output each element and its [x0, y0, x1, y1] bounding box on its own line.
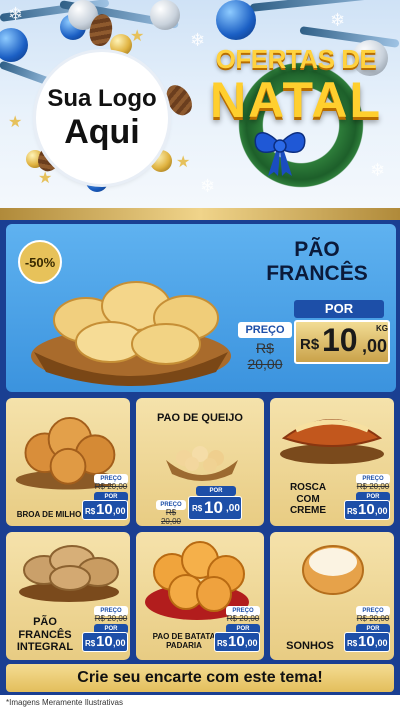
- old-price: R$ 20,00: [247, 340, 283, 372]
- price-integer: 10: [96, 633, 113, 650]
- price-decimal: ,00: [375, 506, 388, 516]
- product-name: SONHOS: [286, 640, 334, 652]
- product-name: ROSCA COM CREME: [289, 482, 327, 516]
- old-price: R$ 20,00: [356, 614, 390, 623]
- preco-label: PREÇO: [238, 322, 292, 338]
- current-price: R$ 10 ,00: [344, 500, 390, 520]
- blue-ornament: [216, 0, 256, 40]
- price-currency: R$: [192, 504, 203, 513]
- discount-badge: -50%: [18, 240, 62, 284]
- price-tag-pao-integral: PREÇO R$ 20,00 POR R$ 10 ,00: [82, 606, 138, 652]
- star-icon: ★: [130, 28, 145, 45]
- price-currency: R$: [347, 507, 358, 516]
- logo-line1: Sua Logo: [47, 85, 157, 112]
- product-name: PAO DE BATATA PADARIA: [152, 632, 216, 651]
- snowflake-icon: ❄: [370, 160, 386, 180]
- por-label: POR: [294, 300, 384, 318]
- current-price: R$ 10 ,00: [82, 500, 128, 520]
- price-decimal: ,00: [375, 638, 388, 648]
- star-icon: ★: [176, 154, 191, 171]
- product-name: BROA DE MILHO: [16, 510, 82, 519]
- featured-price-tag: POR PREÇO R$ 20,00 R$ 10 ,00 KG: [236, 300, 396, 372]
- price-decimal: ,00: [113, 506, 126, 516]
- price-tag-broa: PREÇO R$ 20,00 POR R$ 10 ,00: [82, 474, 138, 520]
- blue-ornament: [0, 28, 28, 62]
- current-price: R$ 10 ,00: [344, 632, 390, 652]
- silver-ornament: [150, 0, 180, 30]
- pao-de-queijo-image: [166, 446, 238, 481]
- gold-divider: [0, 208, 400, 220]
- old-price: R$ 20,00: [356, 482, 390, 491]
- price-currency: R$: [300, 336, 320, 353]
- price-tag-pao-de-queijo: PREÇO R$ 20,00 POR R$ 10 ,00: [156, 486, 242, 528]
- snowflake-icon: ❄: [8, 4, 24, 24]
- old-price: R$ 20,00: [160, 508, 182, 526]
- product-name: PAO DE QUEIJO: [157, 412, 243, 424]
- current-price: R$ 10 ,00: [188, 496, 242, 520]
- product-name: PÃO FRANCÊS INTEGRAL: [16, 616, 74, 654]
- price-tag-rosca: PREÇO R$ 20,00 POR R$ 10 ,00: [344, 474, 400, 520]
- current-price: R$ 10 ,00: [214, 632, 260, 652]
- current-price: R$ 10 ,00: [82, 632, 128, 652]
- snowflake-icon: ❄: [200, 176, 216, 196]
- logo-line2: Aqui: [64, 113, 140, 151]
- price-integer: 10: [322, 322, 358, 358]
- logo-placeholder: Sua Logo Aqui: [36, 52, 168, 184]
- old-price: R$ 20,00: [226, 614, 260, 623]
- price-integer: 10: [228, 633, 245, 650]
- price-decimal: ,00: [113, 638, 126, 648]
- bread-basket-image: [31, 281, 231, 386]
- disclaimer-text: *Imagens Meramente Ilustrativas: [6, 698, 123, 707]
- current-price: R$ 10 ,00 KG: [294, 320, 390, 364]
- price-decimal: ,00: [362, 336, 388, 356]
- rosca-image: [280, 419, 384, 464]
- price-integer: 10: [358, 501, 375, 518]
- old-price: R$ 20,00: [94, 482, 128, 491]
- cta-banner[interactable]: Crie seu encarte com este tema!: [6, 664, 394, 692]
- star-icon: ★: [8, 114, 23, 131]
- featured-product-name: PÃO FRANCÊS: [266, 238, 368, 285]
- price-tag-sonhos: PREÇO R$ 20,00 POR R$ 10 ,00: [344, 606, 400, 652]
- christmas-header: ★ ★ ★ ★ ❄ ❄ ❄ ❄ ❄ Sua Logo Aqui OFERTAS …: [0, 0, 400, 208]
- pine-branch: [249, 0, 400, 12]
- price-decimal: ,00: [226, 503, 240, 514]
- pao-integral-image: [19, 545, 119, 602]
- price-tag-pao-de-batata: PREÇO R$ 20,00 POR R$ 10 ,00: [214, 606, 270, 652]
- price-currency: R$: [85, 639, 96, 648]
- price-decimal: ,00: [245, 638, 258, 648]
- star-icon: ★: [38, 170, 53, 187]
- price-currency: R$: [347, 639, 358, 648]
- price-currency: R$: [85, 507, 96, 516]
- bow-icon: [254, 132, 306, 176]
- price-integer: 10: [358, 633, 375, 650]
- price-integer: 10: [204, 498, 223, 517]
- price-currency: R$: [217, 639, 228, 648]
- snowflake-icon: ❄: [330, 10, 346, 30]
- old-price: R$ 20,00: [94, 614, 128, 623]
- price-integer: 10: [96, 501, 113, 518]
- price-unit: KG: [376, 324, 388, 333]
- title-ofertas: OFERTAS DE: [215, 44, 377, 74]
- sonhos-image: [302, 545, 364, 595]
- por-label: POR: [196, 486, 236, 496]
